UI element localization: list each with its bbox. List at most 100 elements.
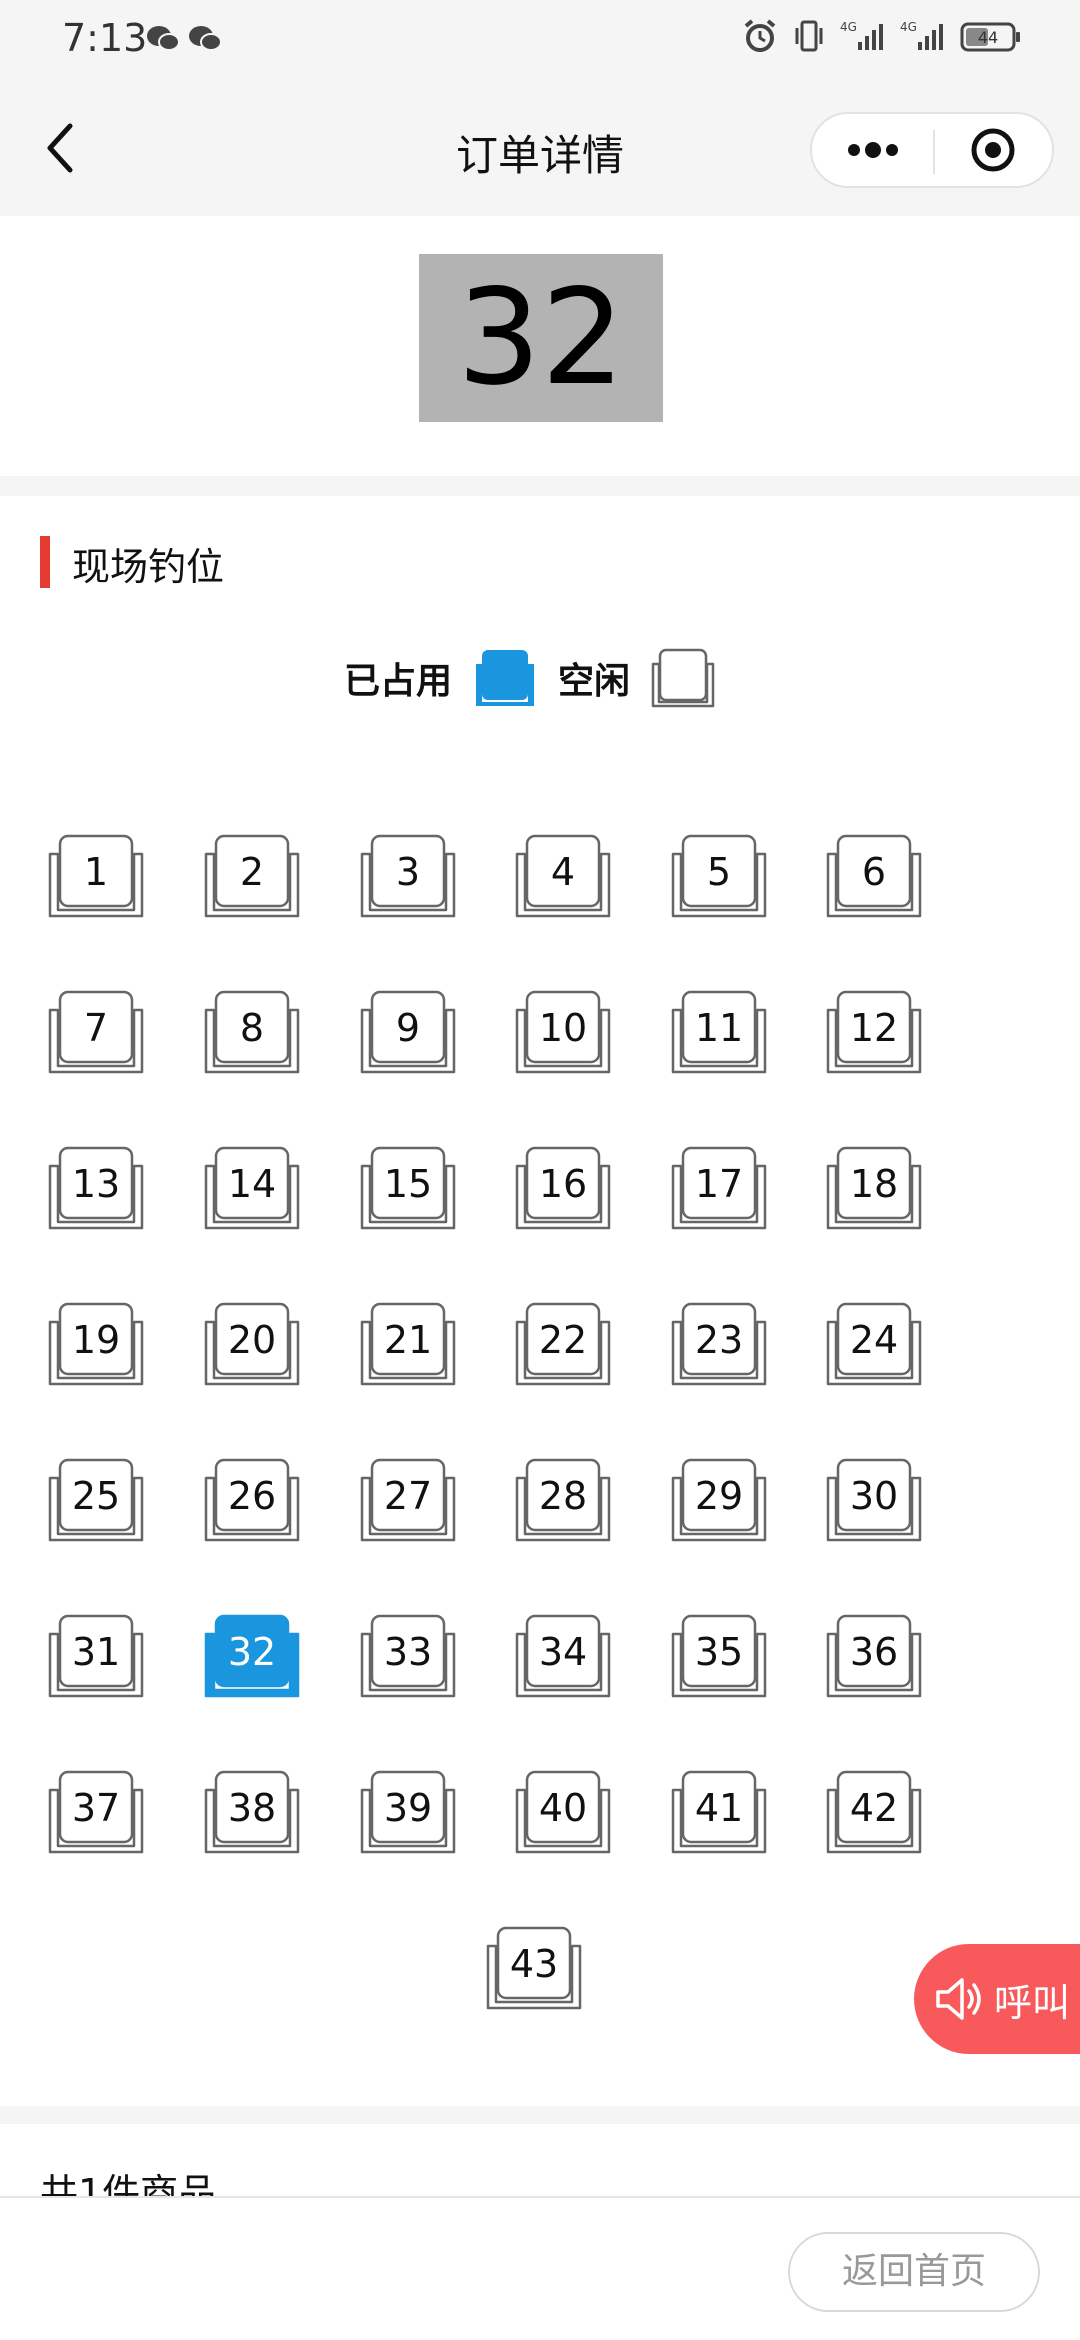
seat-8[interactable]: 8	[202, 986, 302, 1078]
section-accent-bar	[40, 536, 50, 588]
seat-1[interactable]: 1	[46, 830, 146, 922]
seat-number-label: 8	[239, 1006, 265, 1050]
wechat-icon	[189, 26, 222, 51]
seat-36[interactable]: 36	[824, 1610, 924, 1702]
seat-number-label: 31	[71, 1630, 121, 1674]
seat-20[interactable]: 20	[202, 1298, 302, 1390]
seat-12[interactable]: 12	[824, 986, 924, 1078]
seat-28[interactable]: 28	[513, 1454, 613, 1546]
seat-19[interactable]: 19	[46, 1298, 146, 1390]
close-mini-program-button[interactable]	[935, 114, 1052, 186]
seat-16[interactable]: 16	[513, 1142, 613, 1234]
seat-number-label: 12	[849, 1006, 899, 1050]
seat-number-label: 35	[694, 1630, 744, 1674]
seat-27[interactable]: 27	[358, 1454, 458, 1546]
seat-occupied-icon	[476, 650, 534, 706]
seat-number-label: 16	[538, 1162, 588, 1206]
more-dots-icon	[848, 142, 898, 158]
seat-43[interactable]: 43	[484, 1922, 584, 2014]
order-seat-number: 32	[419, 254, 663, 422]
seat-number-label: 10	[538, 1006, 588, 1050]
seat-29[interactable]: 29	[669, 1454, 769, 1546]
seat-number-label: 19	[71, 1318, 121, 1362]
seat-22[interactable]: 22	[513, 1298, 613, 1390]
section-title: 现场钓位	[72, 545, 225, 589]
back-to-home-button[interactable]: 返回首页	[788, 2232, 1040, 2312]
nav-bar: 订单详情	[0, 80, 1080, 216]
seat-number-label: 15	[383, 1162, 433, 1206]
seat-30[interactable]: 30	[824, 1454, 924, 1546]
seat-9[interactable]: 9	[358, 986, 458, 1078]
seat-number-label: 29	[694, 1474, 744, 1518]
seat-number-label: 28	[538, 1474, 588, 1518]
seat-number-label: 3	[395, 850, 421, 894]
legend-free-label: 空闲	[558, 661, 631, 702]
seat-35[interactable]: 35	[669, 1610, 769, 1702]
seat-18[interactable]: 18	[824, 1142, 924, 1234]
seat-number-label: 24	[849, 1318, 899, 1362]
seat-number-label: 14	[227, 1162, 277, 1206]
seat-21[interactable]: 21	[358, 1298, 458, 1390]
seat-37[interactable]: 37	[46, 1766, 146, 1858]
status-bar: 7:13 4G 4G 44	[0, 0, 1080, 80]
seat-2[interactable]: 2	[202, 830, 302, 922]
seat-free-icon	[651, 648, 715, 708]
seat-number-label: 39	[383, 1786, 433, 1830]
seat-number-label: 17	[694, 1162, 744, 1206]
seat-15[interactable]: 15	[358, 1142, 458, 1234]
seat-number-label: 36	[849, 1630, 899, 1674]
seat-number-label: 33	[383, 1630, 433, 1674]
seat-23[interactable]: 23	[669, 1298, 769, 1390]
seat-31[interactable]: 31	[46, 1610, 146, 1702]
seat-13[interactable]: 13	[46, 1142, 146, 1234]
vibrate-icon	[795, 20, 823, 52]
target-circle-icon	[971, 128, 1015, 172]
call-button[interactable]: 呼叫	[914, 1944, 1080, 2054]
seat-24[interactable]: 24	[824, 1298, 924, 1390]
seat-10[interactable]: 10	[513, 986, 613, 1078]
seat-41[interactable]: 41	[669, 1766, 769, 1858]
seat-34[interactable]: 34	[513, 1610, 613, 1702]
seat-38[interactable]: 38	[202, 1766, 302, 1858]
seat-number-label: 38	[227, 1786, 277, 1830]
seat-map-section: 现场钓位 已占用 空闲 1 2 3 4 5 6 7 8 9 10 11 12 13 14 15 16 17 18 1…	[0, 496, 1080, 2106]
goods-summary: 共1件商品	[0, 2124, 1080, 2204]
seat-number-label: 1	[83, 850, 109, 894]
seat-number-label: 13	[71, 1162, 121, 1206]
seat-14[interactable]: 14	[202, 1142, 302, 1234]
seat-number-label: 25	[71, 1474, 121, 1518]
seat-4[interactable]: 4	[513, 830, 613, 922]
seat-33[interactable]: 33	[358, 1610, 458, 1702]
wechat-icon	[147, 26, 180, 51]
signal-4g-icon: 4G	[840, 20, 883, 50]
seat-number-label: 21	[383, 1318, 433, 1362]
seat-17[interactable]: 17	[669, 1142, 769, 1234]
seat-5[interactable]: 5	[669, 830, 769, 922]
seat-number-label: 4	[550, 850, 576, 894]
bottom-bar: 返回首页	[0, 2196, 1080, 2340]
seat-6[interactable]: 6	[824, 830, 924, 922]
speaker-icon	[936, 1978, 981, 2020]
alarm-icon	[744, 19, 776, 52]
seat-11[interactable]: 11	[669, 986, 769, 1078]
legend-occupied-label: 已占用	[343, 661, 452, 702]
seat-32[interactable]: 32	[202, 1610, 302, 1702]
seat-number-label: 5	[706, 850, 732, 894]
seat-26[interactable]: 26	[202, 1454, 302, 1546]
seat-number-label: 43	[509, 1942, 559, 1986]
seat-number-label: 32	[227, 1630, 277, 1674]
seat-number-label: 18	[849, 1162, 899, 1206]
status-icons: 4G 4G 44	[742, 18, 1022, 54]
mini-program-capsule	[810, 112, 1054, 188]
seat-3[interactable]: 3	[358, 830, 458, 922]
seat-number-label: 41	[694, 1786, 744, 1830]
seat-25[interactable]: 25	[46, 1454, 146, 1546]
seat-number-label: 34	[538, 1630, 588, 1674]
status-time: 7:13	[62, 16, 148, 60]
seat-legend: 已占用 空闲	[0, 646, 1080, 710]
seat-7[interactable]: 7	[46, 986, 146, 1078]
seat-39[interactable]: 39	[358, 1766, 458, 1858]
more-button[interactable]	[812, 114, 933, 186]
seat-42[interactable]: 42	[824, 1766, 924, 1858]
seat-40[interactable]: 40	[513, 1766, 613, 1858]
